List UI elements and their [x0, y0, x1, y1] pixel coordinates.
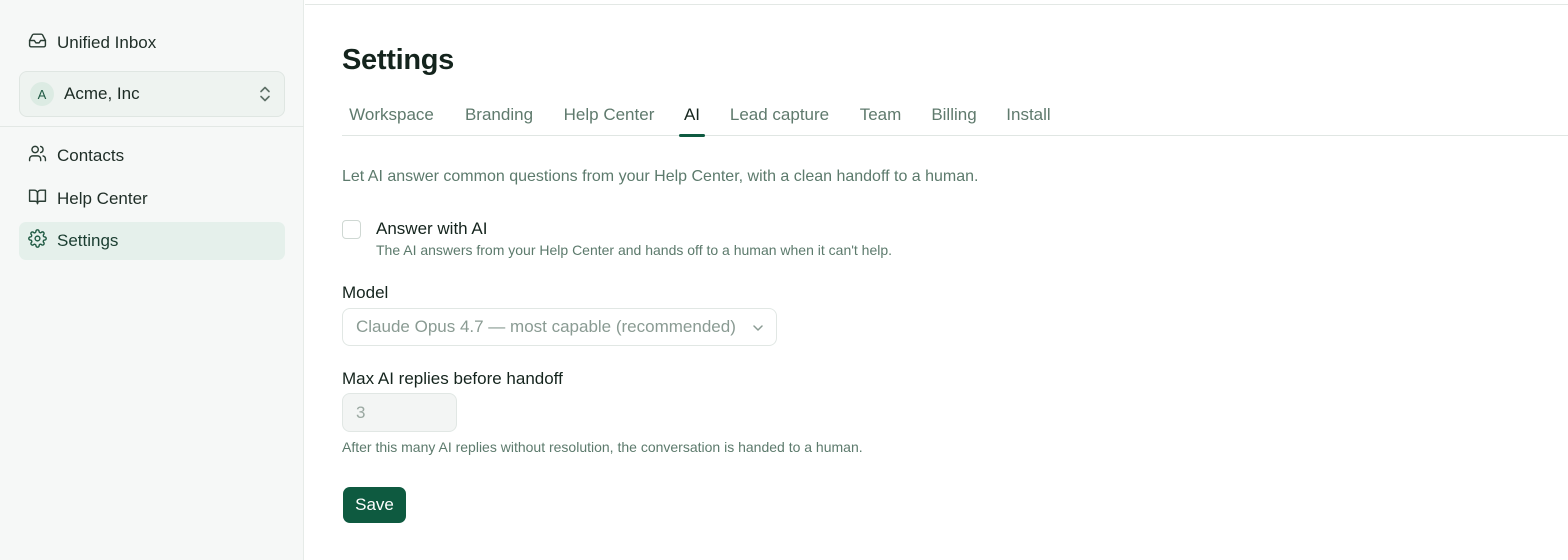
chevron-up-down-icon — [258, 85, 272, 103]
tab-ai[interactable]: AI — [679, 94, 705, 137]
gear-icon — [28, 229, 47, 253]
model-label: Model — [342, 283, 389, 302]
inbox-icon — [28, 31, 47, 55]
tab-team[interactable]: Team — [859, 94, 902, 136]
answer-with-ai-checkbox[interactable] — [342, 220, 361, 239]
tab-billing[interactable]: Billing — [930, 94, 978, 136]
model-select[interactable]: Claude Opus 4.7 — most capable (recommen… — [342, 308, 777, 346]
workspace-switcher[interactable]: A Acme, Inc — [19, 71, 285, 117]
users-icon — [28, 144, 47, 168]
settings-tabs: Workspace Branding Help Center AI Lead c… — [342, 94, 1568, 137]
max-replies-input[interactable] — [342, 393, 457, 432]
answer-with-ai-label[interactable]: Answer with AI — [376, 219, 488, 239]
sidebar-item-settings[interactable]: Settings — [19, 222, 285, 260]
workspace-name: Acme, Inc — [64, 84, 140, 103]
sidebar-item-label: Contacts — [57, 146, 125, 165]
sidebar-divider — [0, 126, 304, 127]
max-replies-help: After this many AI replies without resol… — [342, 439, 863, 455]
tab-install[interactable]: Install — [1005, 94, 1052, 136]
tab-branding[interactable]: Branding — [464, 94, 534, 136]
page-title: Settings — [342, 44, 454, 76]
header-divider — [305, 4, 1568, 5]
sidebar: Unified Inbox A Acme, Inc Contacts Help … — [0, 0, 304, 560]
workspace-avatar: A — [30, 82, 54, 106]
tab-lead-capture[interactable]: Lead capture — [728, 94, 831, 136]
tab-workspace[interactable]: Workspace — [347, 94, 436, 136]
sidebar-item-contacts[interactable]: Contacts — [19, 137, 285, 175]
sidebar-item-help-center[interactable]: Help Center — [19, 180, 285, 218]
chevron-down-icon — [753, 325, 763, 331]
max-replies-label: Max AI replies before handoff — [342, 369, 563, 388]
ai-intro-text: Let AI answer common questions from your… — [342, 168, 979, 185]
sidebar-item-unified-inbox[interactable]: Unified Inbox — [19, 24, 285, 62]
sidebar-item-label: Settings — [57, 231, 119, 250]
sidebar-item-label: Unified Inbox — [57, 33, 157, 52]
save-button[interactable]: Save — [343, 487, 406, 523]
book-icon — [28, 187, 47, 211]
model-select-value: Claude Opus 4.7 — most capable (recommen… — [356, 317, 736, 336]
tab-help-center[interactable]: Help Center — [562, 94, 656, 136]
answer-with-ai-help: The AI answers from your Help Center and… — [376, 242, 893, 258]
sidebar-item-label: Help Center — [57, 189, 148, 208]
